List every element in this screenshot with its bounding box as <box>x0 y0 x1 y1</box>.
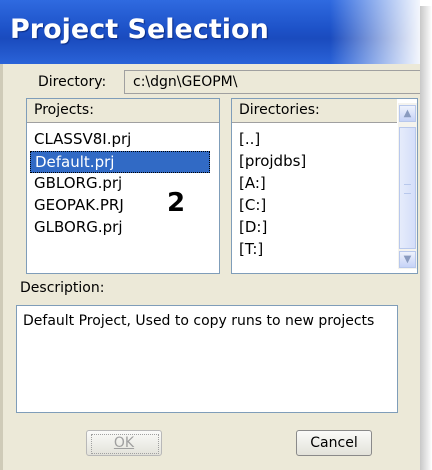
projects-header: Projects: <box>27 99 219 123</box>
ok-button[interactable]: OK <box>86 430 162 456</box>
grip-icon <box>404 184 411 194</box>
scroll-thumb[interactable] <box>399 127 416 249</box>
window-shadow <box>420 6 432 470</box>
directories-list[interactable]: Directories: [..] [projdbs] [A:] [C:] [D… <box>231 98 418 274</box>
project-selection-dialog: Project Selection Directory: c:\dgn\GEOP… <box>0 0 420 470</box>
project-item[interactable]: GLBORG.prj <box>30 217 210 239</box>
directory-item[interactable]: [T:] <box>235 239 385 261</box>
focus-rect <box>91 434 159 454</box>
title-bar[interactable]: Project Selection <box>0 0 420 64</box>
step-number-annotation: 2 <box>167 188 186 218</box>
scroll-up-button[interactable]: ▲ <box>399 105 416 122</box>
chevron-up-icon: ▲ <box>403 108 412 119</box>
chevron-down-icon: ▼ <box>403 254 412 265</box>
directory-field: c:\dgn\GEOPM\ <box>124 70 420 94</box>
description-textarea[interactable]: Default Project, Used to copy runs to ne… <box>16 305 398 413</box>
scroll-down-button[interactable]: ▼ <box>399 251 416 268</box>
window-title: Project Selection <box>10 14 269 45</box>
directory-item[interactable]: [..] <box>235 129 385 151</box>
project-item[interactable]: CLASSV8I.prj <box>30 129 210 151</box>
cancel-button[interactable]: Cancel <box>296 430 372 456</box>
project-item-selected[interactable]: Default.prj <box>30 151 210 173</box>
directories-header: Directories: <box>232 99 397 123</box>
directories-scrollbar[interactable]: ▲ ▼ <box>398 103 417 269</box>
description-label: Description: <box>20 280 105 296</box>
directory-item[interactable]: [projdbs] <box>235 151 385 173</box>
title-bar-fade <box>330 0 420 64</box>
projects-list[interactable]: Projects: CLASSV8I.prj Default.prj GBLOR… <box>26 98 220 274</box>
cancel-button-label: Cancel <box>310 435 358 451</box>
directory-value: c:\dgn\GEOPM\ <box>133 74 238 90</box>
window-border <box>0 64 3 470</box>
directory-item[interactable]: [C:] <box>235 195 385 217</box>
directory-item[interactable]: [D:] <box>235 217 385 239</box>
directory-item[interactable]: [A:] <box>235 173 385 195</box>
directory-label: Directory: <box>38 74 107 90</box>
